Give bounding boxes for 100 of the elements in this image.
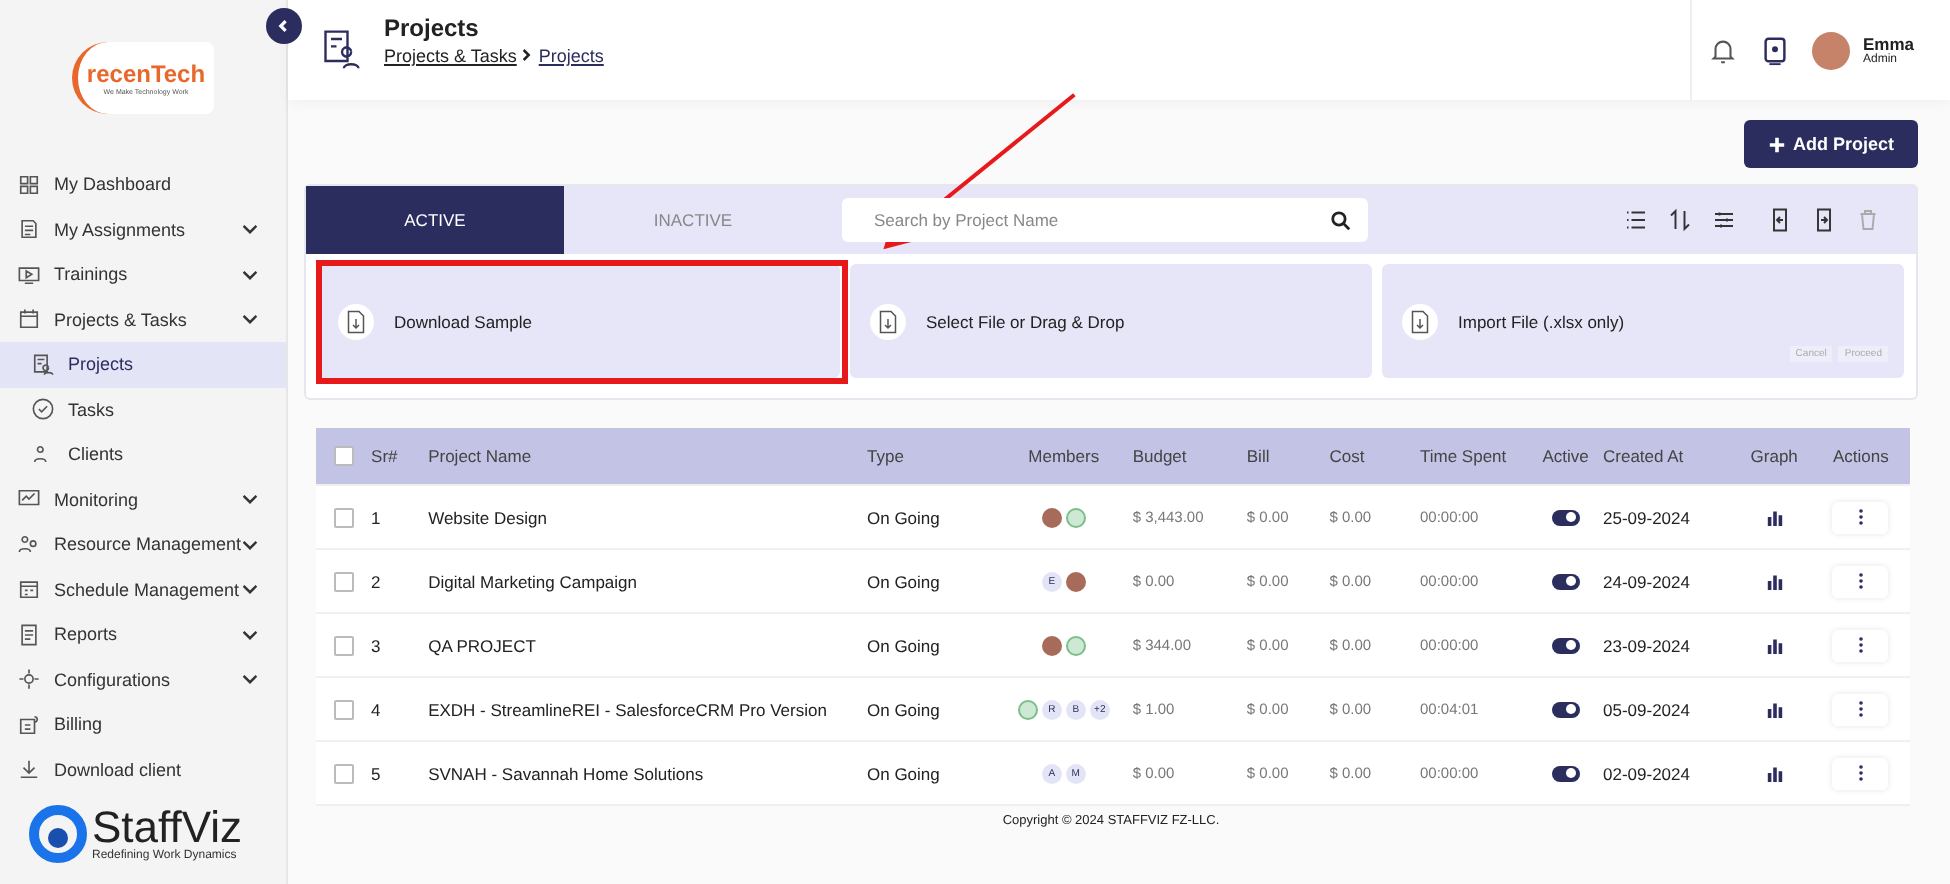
table-cell-text: QA PROJECT bbox=[428, 635, 538, 655]
sidebar-item[interactable]: Resource Management bbox=[0, 522, 286, 567]
sidebar-item[interactable]: Projects bbox=[0, 342, 286, 387]
add-project-button[interactable]: Add Project bbox=[1744, 120, 1918, 168]
table-cell-text: On Going bbox=[867, 507, 942, 527]
column-header: Actions bbox=[1830, 446, 1891, 466]
tab[interactable]: ACTIVE bbox=[306, 186, 564, 254]
member-avatar bbox=[1041, 507, 1062, 527]
more-vertical-icon bbox=[1857, 572, 1864, 590]
column-header: Project Name bbox=[428, 446, 534, 466]
member-avatar bbox=[1065, 571, 1086, 591]
breadcrumb-link[interactable]: Projects bbox=[538, 46, 604, 66]
sidebar-item[interactable]: Reports bbox=[0, 612, 286, 657]
sidebar-item[interactable]: Configurations bbox=[0, 657, 286, 702]
export-icon[interactable] bbox=[1812, 208, 1836, 232]
document-person-icon bbox=[32, 353, 54, 376]
table-cell-text: 23-09-2024 bbox=[1603, 635, 1692, 655]
card-label: Download Sample bbox=[394, 311, 532, 331]
bar-chart-icon[interactable] bbox=[1765, 636, 1784, 654]
table-cell-text: 5 bbox=[371, 763, 383, 783]
table-cell-text: SVNAH - Savannah Home Solutions bbox=[428, 763, 706, 783]
active-toggle[interactable] bbox=[1551, 765, 1580, 781]
bar-chart-icon[interactable] bbox=[1765, 508, 1784, 526]
search-icon bbox=[1330, 209, 1352, 231]
more-vertical-icon bbox=[1857, 700, 1864, 718]
sidebar-item[interactable]: Schedule Management bbox=[0, 567, 286, 612]
column-header: Members bbox=[1026, 446, 1102, 466]
import-option-card[interactable]: Select File or Drag & Drop bbox=[850, 264, 1372, 378]
sidebar-item[interactable]: Clients bbox=[0, 432, 286, 477]
user-avatar[interactable] bbox=[1812, 31, 1851, 69]
document-icon bbox=[18, 623, 40, 646]
column-header: Bill bbox=[1246, 446, 1272, 466]
import-option-card[interactable]: Download Sample bbox=[318, 264, 840, 378]
table-cell-text: Digital Marketing Campaign bbox=[428, 571, 639, 591]
card-label: Select File or Drag & Drop bbox=[926, 311, 1125, 331]
bar-chart-icon[interactable] bbox=[1765, 764, 1784, 782]
calendar-icon bbox=[18, 578, 40, 601]
column-header: Cost bbox=[1329, 446, 1367, 466]
column-header: Active bbox=[1540, 446, 1591, 466]
list-icon[interactable] bbox=[1624, 208, 1648, 232]
sort-icon[interactable] bbox=[1668, 208, 1692, 232]
search-field[interactable]: Search by Project Name bbox=[842, 198, 1368, 242]
sidebar-item[interactable]: My Assignments bbox=[0, 207, 286, 252]
active-toggle[interactable] bbox=[1551, 637, 1580, 653]
row-checkbox[interactable] bbox=[333, 571, 354, 591]
chart-monitor-icon bbox=[18, 488, 40, 511]
table-cell-text: 05-09-2024 bbox=[1603, 699, 1692, 719]
import-icon[interactable] bbox=[1768, 208, 1792, 232]
projects-icon bbox=[320, 28, 364, 72]
bar-chart-icon[interactable] bbox=[1765, 572, 1784, 590]
sidebar-item[interactable]: Download client bbox=[0, 747, 286, 792]
table-cell-text: On Going bbox=[867, 571, 942, 591]
column-header: Created At bbox=[1603, 446, 1686, 466]
bell-icon[interactable] bbox=[1708, 35, 1739, 65]
video-play-icon bbox=[18, 263, 40, 286]
row-checkbox[interactable] bbox=[333, 635, 354, 655]
table-cell-text: Website Design bbox=[428, 507, 549, 527]
column-header: Time Spent bbox=[1419, 446, 1509, 466]
bar-chart-icon[interactable] bbox=[1765, 700, 1784, 718]
chevron-right-icon bbox=[522, 46, 533, 66]
more-vertical-icon bbox=[1857, 764, 1864, 782]
active-toggle[interactable] bbox=[1551, 573, 1580, 589]
card-label: Import File (.xlsx only) bbox=[1458, 311, 1625, 331]
id-card-icon[interactable] bbox=[1760, 35, 1791, 65]
calendar-icon bbox=[18, 308, 40, 331]
sidebar-item[interactable]: Monitoring bbox=[0, 477, 286, 522]
active-toggle[interactable] bbox=[1551, 509, 1580, 525]
more-vertical-icon bbox=[1857, 508, 1864, 526]
row-checkbox[interactable] bbox=[333, 763, 354, 783]
sidebar-item[interactable]: Trainings bbox=[0, 252, 286, 297]
sidebar-item[interactable]: Tasks bbox=[0, 387, 286, 432]
column-header: Type bbox=[867, 446, 906, 466]
grid-icon bbox=[18, 173, 40, 196]
user-name: Emma bbox=[1862, 34, 1914, 54]
table-cell-text: 24-09-2024 bbox=[1603, 571, 1692, 591]
table-cell-text: On Going bbox=[867, 699, 942, 719]
column-header: Graph bbox=[1748, 446, 1800, 466]
sidebar-item[interactable]: My Dashboard bbox=[0, 162, 286, 207]
table-cell-text: 3 bbox=[371, 635, 383, 655]
download-icon bbox=[18, 758, 40, 781]
table-cell-text: 2 bbox=[371, 571, 383, 591]
table-cell-text: 25-09-2024 bbox=[1603, 507, 1692, 527]
row-checkbox[interactable] bbox=[333, 507, 354, 527]
table-cell-text: 02-09-2024 bbox=[1603, 763, 1692, 783]
member-avatar bbox=[1041, 635, 1062, 655]
plus-icon bbox=[1768, 135, 1787, 153]
sidebar-item[interactable]: Projects & Tasks bbox=[0, 297, 286, 342]
row-checkbox[interactable] bbox=[333, 699, 354, 719]
filter-sliders-icon[interactable] bbox=[1712, 208, 1736, 232]
active-toggle[interactable] bbox=[1551, 701, 1580, 717]
table-cell-text: 1 bbox=[371, 507, 383, 527]
more-vertical-icon bbox=[1857, 636, 1864, 654]
sidebar-item[interactable]: Billing bbox=[0, 702, 286, 747]
column-header: Budget bbox=[1132, 446, 1189, 466]
table-cell-text: On Going bbox=[867, 635, 942, 655]
chevron-left-icon bbox=[276, 18, 292, 34]
breadcrumb-link[interactable]: Projects & Tasks bbox=[384, 46, 517, 66]
table-cell-text: 4 bbox=[371, 699, 383, 719]
table-cell-text: EXDH - StreamlineREI - SalesforceCRM Pro Version bbox=[428, 699, 829, 719]
select-all-checkbox[interactable] bbox=[333, 446, 354, 466]
